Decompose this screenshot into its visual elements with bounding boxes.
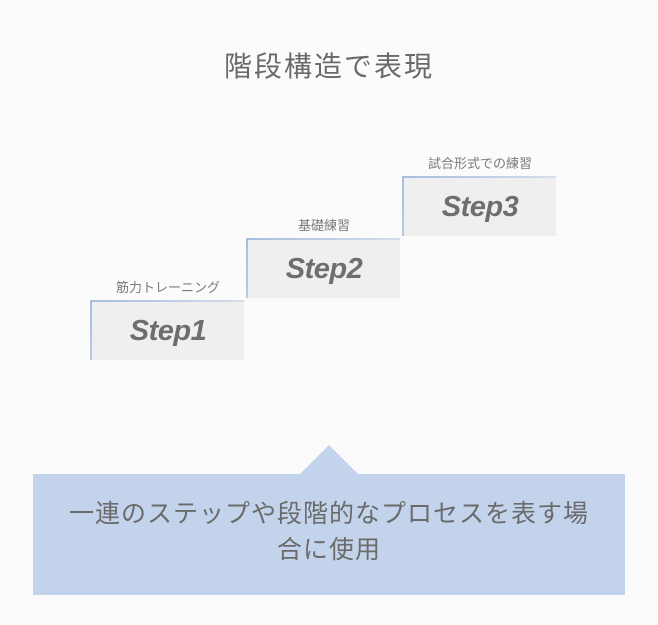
- description-text: 一連のステップや段階的なプロセスを表す場合に使用: [33, 474, 625, 595]
- step-1-label: Step1: [130, 315, 206, 348]
- step-3-label: Step3: [442, 191, 518, 224]
- step-3-caption: 試合形式での練習: [404, 153, 556, 178]
- step-1: 筋力トレーニング Step1: [90, 300, 244, 360]
- step-3: 試合形式での練習 Step3: [402, 176, 556, 236]
- step-1-caption: 筋力トレーニング: [92, 277, 244, 302]
- diagram-title: 階段構造で表現: [0, 45, 658, 85]
- step-2-label: Step2: [286, 253, 362, 286]
- description-callout: 一連のステップや段階的なプロセスを表す場合に使用: [33, 445, 625, 595]
- callout-arrow-icon: [299, 445, 359, 475]
- step-2-caption: 基礎練習: [248, 215, 400, 240]
- step-2: 基礎練習 Step2: [246, 238, 400, 298]
- staircase-diagram: 筋力トレーニング Step1 基礎練習 Step2 試合形式での練習 Step3: [90, 150, 560, 370]
